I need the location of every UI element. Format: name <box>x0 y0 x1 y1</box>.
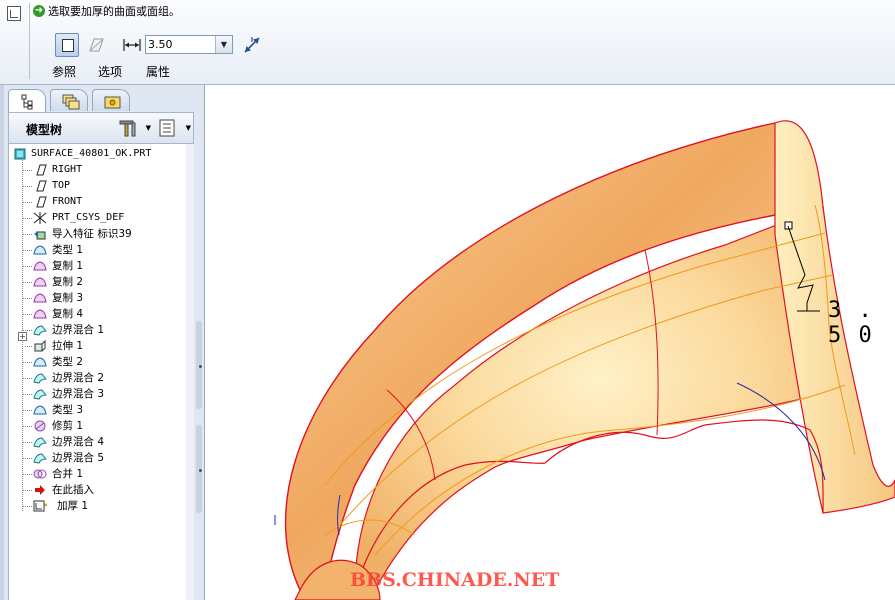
surface-type-icon <box>33 405 47 415</box>
watermark: BBS.CHINADE.NET <box>350 569 560 591</box>
boundary-blend-icon <box>33 453 47 464</box>
datum-plane-icon <box>36 164 47 176</box>
flip-direction-button[interactable] <box>240 33 264 57</box>
thicken-preview-model[interactable] <box>205 85 895 600</box>
insert-here-arrow-icon <box>35 485 45 495</box>
sash-dot <box>199 469 202 472</box>
boundary-blend-icon <box>33 325 47 336</box>
prompt-text: 选取要加厚的曲面或面组。 <box>48 5 180 18</box>
remove-material-button[interactable] <box>84 33 108 57</box>
message-prompt: ➜ 选取要加厚的曲面或面组。 <box>33 4 180 18</box>
boundary-blend-icon <box>33 373 47 384</box>
extrude-icon <box>34 340 46 352</box>
copy-surface-icon <box>33 261 47 271</box>
layers-icon <box>62 94 80 110</box>
copy-surface-icon <box>33 277 47 287</box>
navigator-edge <box>0 85 4 600</box>
graphics-window[interactable]: 3 . 5 0 BBS.CHINADE.NET <box>205 85 895 600</box>
model-tree: + SURFACE_40801_OK.PRT RIGHT TOP FRONT P… <box>8 144 188 600</box>
thickness-input[interactable] <box>148 37 218 52</box>
folder-icon <box>104 96 121 109</box>
green-arrow-icon: ➜ <box>33 5 45 17</box>
thickness-dropdown-button[interactable]: ▼ <box>215 36 232 53</box>
boundary-blend-icon <box>33 437 47 448</box>
copy-surface-icon <box>33 309 47 319</box>
model-tree-header: 模型树 ▼ ▼ <box>8 112 194 144</box>
sash-dot <box>199 365 202 368</box>
thicken-feature-icon <box>7 6 21 21</box>
tab-options[interactable]: 选项 <box>98 63 122 80</box>
tree-show-button[interactable]: ▼ <box>157 118 191 138</box>
thickness-combobox[interactable]: ▼ <box>145 35 233 54</box>
tree-scrollbar[interactable] <box>186 144 194 600</box>
csys-icon <box>33 212 47 224</box>
surface-type-icon <box>33 245 47 255</box>
datum-plane-icon <box>36 196 47 208</box>
dashboard-separator <box>29 3 30 79</box>
tab-references[interactable]: 参照 <box>52 63 76 80</box>
datum-plane-icon <box>36 180 47 192</box>
tab-model-tree[interactable] <box>8 89 46 112</box>
thicken-solid-button[interactable] <box>55 33 79 57</box>
remove-material-icon <box>89 38 104 52</box>
thicken-icon <box>33 500 47 512</box>
import-feature-icon <box>34 231 46 240</box>
model-tree-icon <box>21 94 33 110</box>
chevron-down-icon: ▼ <box>145 124 151 132</box>
tab-layers[interactable] <box>50 89 88 111</box>
boundary-blend-icon <box>33 389 47 400</box>
navigator-sash[interactable] <box>196 85 204 600</box>
flip-direction-icon <box>244 37 260 53</box>
tab-folder-browser[interactable] <box>92 89 130 111</box>
merge-icon <box>33 469 47 479</box>
chevron-down-icon: ▼ <box>185 124 191 132</box>
thickness-dimension-label[interactable]: 3 . 5 0 <box>828 298 895 348</box>
part-icon <box>14 148 26 160</box>
trim-icon <box>34 420 46 432</box>
tree-settings-button[interactable]: ▼ <box>117 118 151 138</box>
show-list-icon <box>159 119 175 137</box>
copy-surface-icon <box>33 293 47 303</box>
navigator-panel: 模型树 ▼ ▼ + SURFACE_40801_OK.PRT RIGHT TOP… <box>0 85 205 600</box>
thicken-dashboard: ➜ 选取要加厚的曲面或面组。 ▼ 参照 选项 属性 <box>0 0 895 85</box>
model-tree-title: 模型树 <box>26 123 63 137</box>
tools-icon <box>119 120 136 137</box>
thickness-dimension-icon <box>120 33 144 57</box>
surface-type-icon <box>33 357 47 367</box>
expand-toggle[interactable]: + <box>18 332 27 341</box>
tab-properties[interactable]: 属性 <box>146 63 170 80</box>
